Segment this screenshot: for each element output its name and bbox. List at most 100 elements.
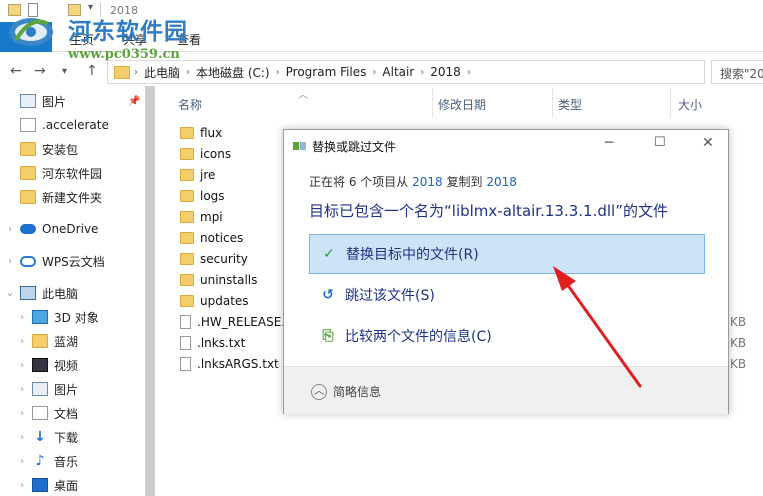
chevron-right-icon[interactable]: › <box>12 312 32 323</box>
chevron-right-icon[interactable]: › <box>12 360 32 371</box>
text-file-icon <box>180 357 191 371</box>
destination-folder-link[interactable]: 2018 <box>486 175 517 189</box>
watermark-site-name: 河东软件园 <box>68 18 188 45</box>
list-item[interactable]: .lnksARGS.txt <box>180 354 279 374</box>
folder-icon <box>180 274 194 286</box>
folder-icon <box>20 190 36 204</box>
file-icon <box>20 118 36 132</box>
maximize-icon[interactable]: ☐ <box>654 135 666 150</box>
chevron-right-icon[interactable]: › <box>12 480 32 491</box>
chevron-right-icon[interactable]: › <box>12 408 32 419</box>
sidebar-item-videos[interactable]: › 视频 <box>12 354 162 376</box>
sidebar-item-downloads[interactable]: › ↓ 下载 <box>12 426 162 448</box>
close-icon[interactable]: ✕ <box>702 135 714 151</box>
list-item[interactable]: flux <box>180 123 222 143</box>
column-divider[interactable] <box>552 88 553 118</box>
chevron-down-icon[interactable]: ⌄ <box>0 288 20 299</box>
replace-skip-dialog: 替换或跳过文件 ─ ☐ ✕ 正在将 6 个项目从 2018 复制到 2018 目… <box>283 129 729 414</box>
text-file-icon <box>180 336 191 350</box>
chevron-right-icon[interactable]: › <box>0 256 20 267</box>
sidebar-item-label: WPS云文档 <box>42 254 105 269</box>
up-icon[interactable]: ↑ <box>86 63 98 79</box>
column-divider[interactable] <box>670 88 671 118</box>
sidebar-item-documents[interactable]: › 文档 <box>12 402 162 424</box>
sidebar-item-hedong[interactable]: 河东软件园 <box>0 162 150 184</box>
list-item[interactable]: uninstalls <box>180 270 257 290</box>
recent-locations-icon[interactable]: ▾ <box>62 66 67 77</box>
crumb-program-files[interactable]: Program Files <box>280 65 373 79</box>
sidebar-item-new-folder[interactable]: 新建文件夹 <box>0 186 150 208</box>
sidebar-item-install-packages[interactable]: 安装包 <box>0 138 150 160</box>
progress-text: 正在将 6 个项目从 2018 复制到 2018 <box>309 173 517 190</box>
chevron-right-icon[interactable]: › <box>0 224 20 235</box>
less-details-button[interactable]: ︿ 简略信息 <box>311 383 381 400</box>
sidebar-item-label: 视频 <box>54 358 79 373</box>
list-item[interactable]: logs <box>180 186 225 206</box>
copy-files-icon <box>293 142 306 150</box>
chevron-right-icon[interactable]: › <box>12 432 32 443</box>
sidebar-item-label: 蓝湖 <box>54 334 79 349</box>
column-divider[interactable] <box>432 88 433 118</box>
chevron-right-icon[interactable]: › <box>12 456 32 467</box>
list-item[interactable]: icons <box>180 144 231 164</box>
download-icon: ↓ <box>34 429 46 445</box>
file-name: notices <box>200 231 244 245</box>
chevron-right-icon[interactable]: › <box>12 336 32 347</box>
pin-icon[interactable]: 📌 <box>128 96 140 107</box>
file-name: mpi <box>200 210 223 224</box>
chevron-right-icon[interactable]: › <box>467 67 471 78</box>
file-size: KB <box>730 336 747 350</box>
sidebar-item-this-pc[interactable]: ⌄ 此电脑 <box>0 282 150 304</box>
file-name: .HW_RELEASE. <box>197 315 286 329</box>
address-bar[interactable]: › 此电脑 › 本地磁盘 (C:) › Program Files › Alta… <box>107 60 705 84</box>
list-item[interactable]: updates <box>180 291 249 311</box>
list-item[interactable]: .lnks.txt <box>180 333 245 353</box>
file-size: KB <box>730 315 747 329</box>
computer-icon <box>20 286 36 300</box>
list-item[interactable]: jre <box>180 165 215 185</box>
sidebar-item-label: OneDrive <box>42 222 99 236</box>
file-name: icons <box>200 147 232 161</box>
option-label: 跳过该文件(S) <box>345 288 435 304</box>
minimize-icon[interactable]: ─ <box>605 135 613 151</box>
crumb-altair[interactable]: Altair <box>376 65 420 79</box>
sidebar-item-pictures-pc[interactable]: › 图片 <box>12 378 162 400</box>
forward-icon[interactable]: → <box>34 63 46 79</box>
file-name: .lnksARGS.txt <box>197 357 279 371</box>
list-item[interactable]: notices <box>180 228 243 248</box>
column-header-type[interactable]: 类型 <box>558 96 582 113</box>
list-item[interactable]: mpi <box>180 207 223 227</box>
sidebar-item-onedrive[interactable]: › OneDrive <box>0 218 150 240</box>
source-folder-link[interactable]: 2018 <box>412 175 443 189</box>
checkmark-icon: ✓ <box>323 246 335 262</box>
crumb-local-disk[interactable]: 本地磁盘 (C:) <box>190 64 276 81</box>
sort-up-icon: ︿ <box>298 90 308 101</box>
sidebar-item-music[interactable]: › ♪ 音乐 <box>12 450 162 472</box>
compare-button[interactable]: ⎘ 比较两个文件的信息(C) <box>309 316 705 356</box>
column-header-size[interactable]: 大小 <box>678 96 702 113</box>
skip-button[interactable]: ↺ 跳过该文件(S) <box>309 275 705 315</box>
video-icon <box>32 358 48 372</box>
column-header-modified[interactable]: 修改日期 <box>438 96 486 113</box>
folder-icon <box>180 190 194 202</box>
sidebar-item-wps-cloud[interactable]: › WPS云文档 <box>0 250 150 272</box>
search-input[interactable]: 搜索"20 <box>711 60 763 84</box>
crumb-2018[interactable]: 2018 <box>424 65 467 79</box>
replace-button[interactable]: ✓ 替换目标中的文件(R) <box>309 234 705 274</box>
list-item[interactable]: .HW_RELEASE. <box>180 312 285 332</box>
crumb-this-pc[interactable]: 此电脑 <box>138 64 186 81</box>
column-header-name[interactable]: 名称 <box>178 96 202 113</box>
sidebar-item-desktop[interactable]: › 桌面 <box>12 474 162 496</box>
sidebar-item-label: 3D 对象 <box>54 310 99 325</box>
folder-icon <box>20 166 36 180</box>
sidebar-item-3d-objects[interactable]: › 3D 对象 <box>12 306 162 328</box>
sidebar-item-accelerate[interactable]: .accelerate <box>0 114 150 136</box>
list-item[interactable]: security <box>180 249 248 269</box>
sidebar-scrollbar[interactable] <box>145 86 155 496</box>
desktop-icon <box>32 478 48 492</box>
sidebar-item-pictures[interactable]: 图片 📌 <box>0 90 150 112</box>
sidebar-item-lanhu[interactable]: › 蓝湖 <box>12 330 162 352</box>
back-icon[interactable]: ← <box>10 63 22 79</box>
sidebar-item-label: .accelerate <box>42 118 109 132</box>
chevron-right-icon[interactable]: › <box>12 384 32 395</box>
